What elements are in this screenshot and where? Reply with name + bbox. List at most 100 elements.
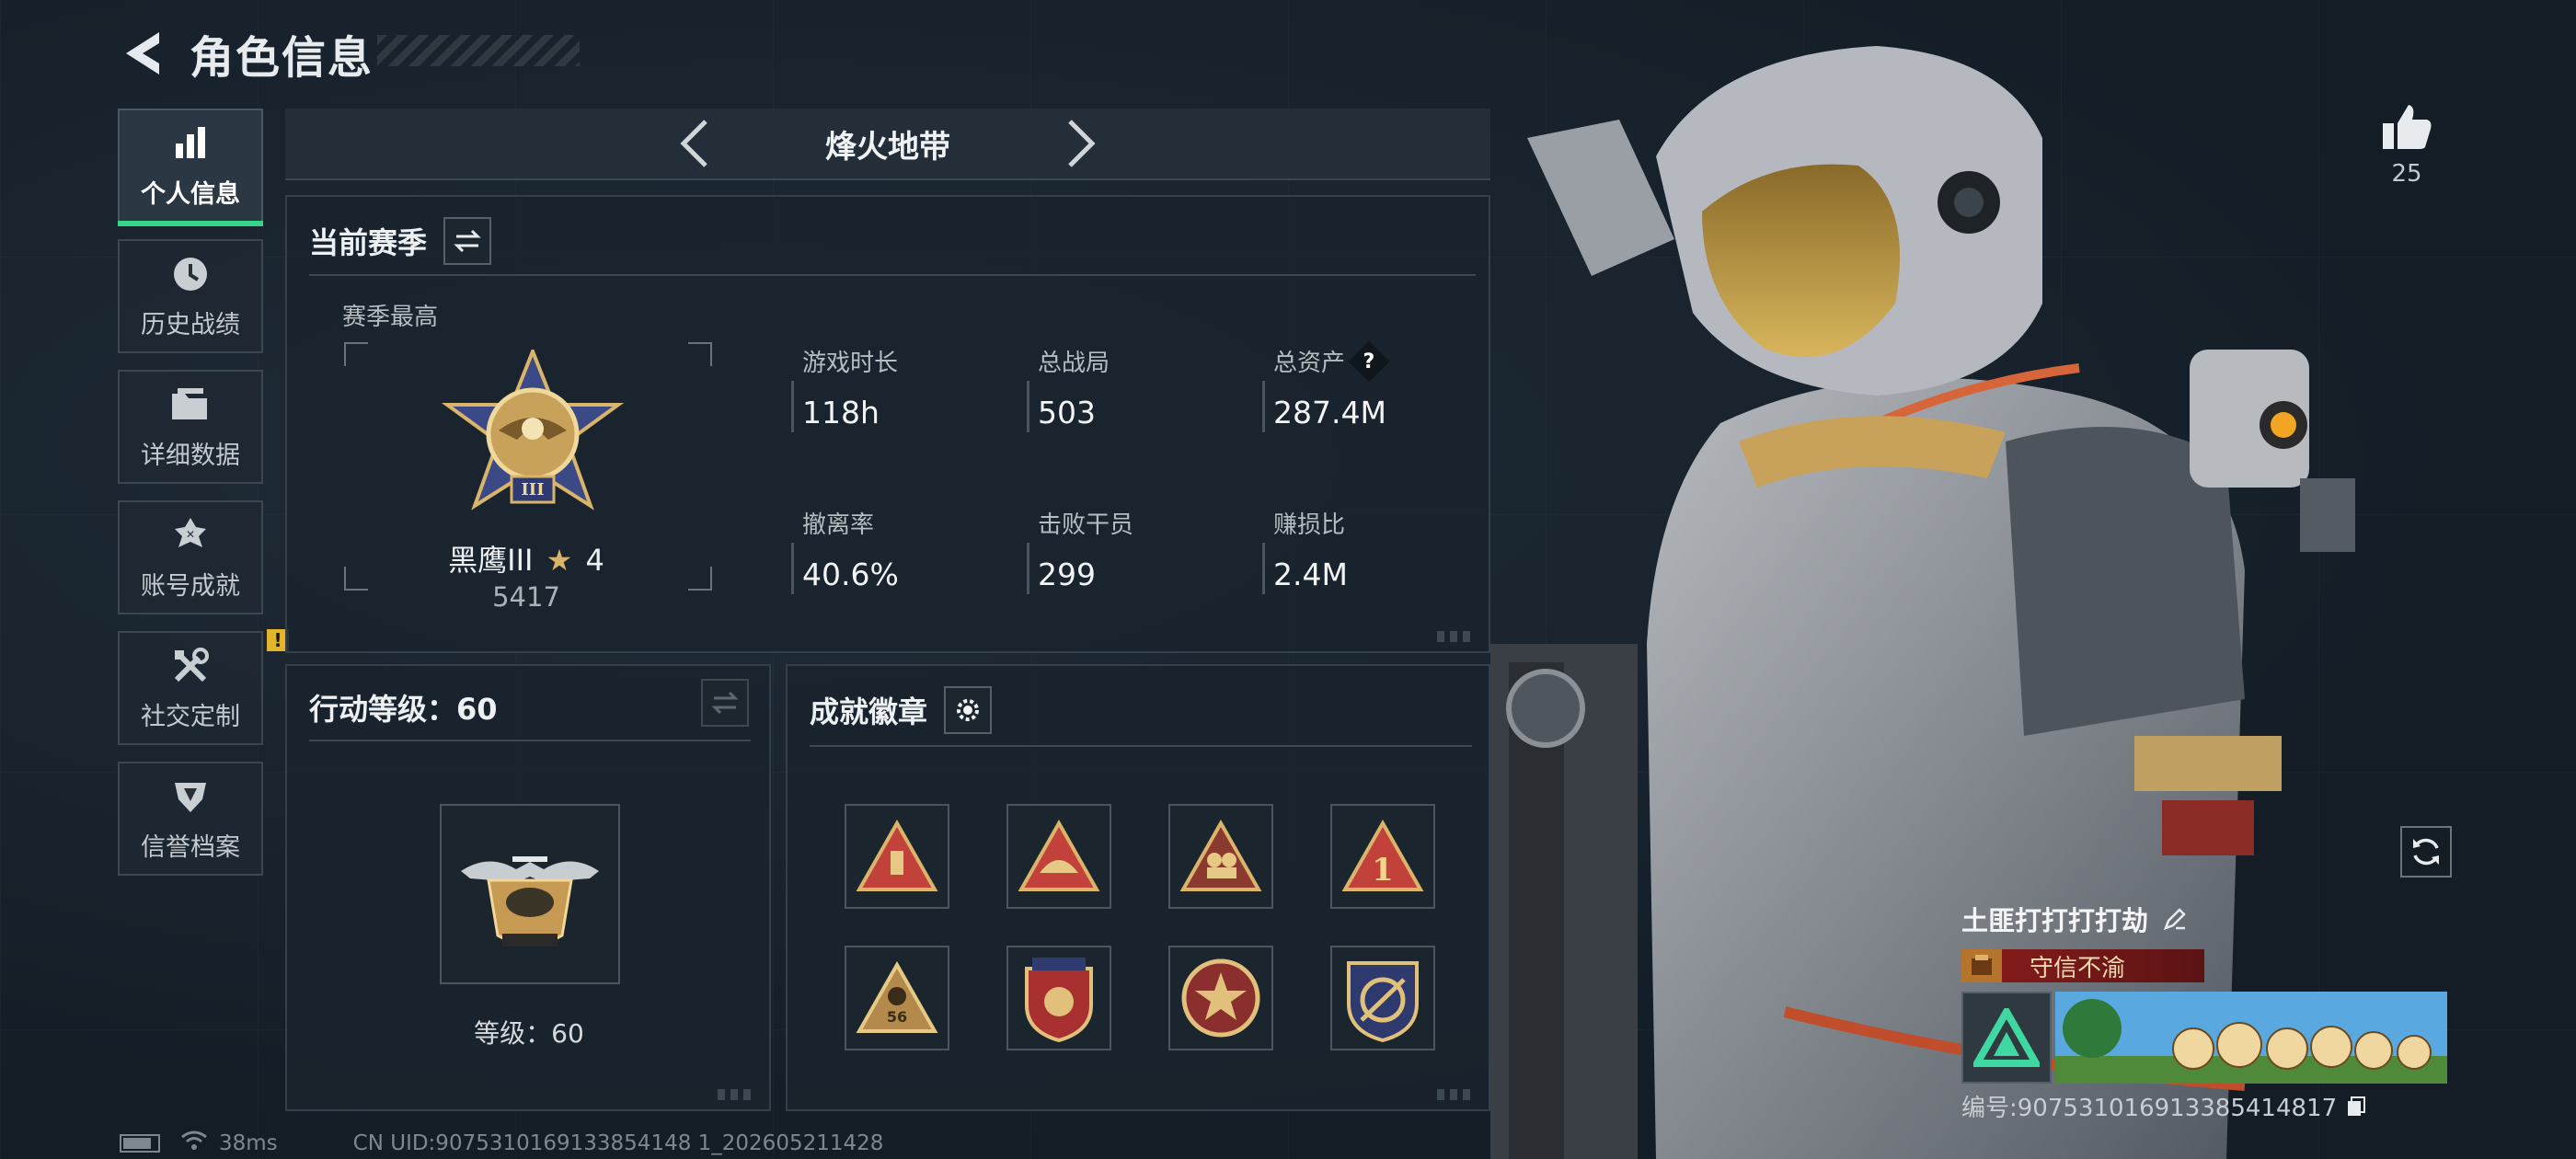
stat-label: 游戏时长 (802, 350, 899, 377)
sidebar-item-social[interactable]: ! 社交定制 (118, 629, 289, 745)
sidebar-item-label: 个人信息 (141, 179, 240, 209)
player-banner (1961, 992, 2458, 1084)
swap-icon (454, 229, 481, 253)
player-id: 编号:907531016913385414817 (1961, 1095, 2338, 1122)
achievement-badge[interactable]: 56 (845, 946, 949, 1050)
svg-text:III: III (521, 480, 544, 499)
round-badge-icon (1181, 958, 1260, 1038)
corner-decoration (1437, 631, 1474, 642)
refresh-icon (2413, 838, 2439, 866)
sidebar-item-credit[interactable]: 信誉档案 (118, 762, 263, 876)
sidebar-item-personal-info[interactable]: 个人信息 (118, 109, 263, 226)
stat-profit-loss-ratio: 赚损比 2.4M (1262, 506, 1465, 594)
banner-image (2055, 992, 2447, 1084)
achievement-badge[interactable] (1006, 946, 1111, 1050)
stat-total-matches: 总战局 503 (1027, 344, 1229, 432)
stat-label: 赚损比 (1273, 511, 1346, 539)
sidebar-item-label: 信誉档案 (141, 832, 240, 862)
triangle-badge-icon: 56 (856, 961, 938, 1033)
tools-icon (169, 645, 212, 687)
svg-text:1: 1 (1372, 852, 1394, 889)
bar-chart-icon (169, 122, 212, 165)
like-count: 25 (2391, 160, 2422, 188)
rank-stars: 4 (585, 543, 604, 578)
stat-value: 299 (1038, 557, 1096, 592)
player-name: 土匪打打打打劫 (1961, 905, 2149, 936)
help-icon[interactable]: ? (1348, 339, 1390, 383)
stat-play-time: 游戏时长 118h (791, 344, 994, 432)
swap-icon (711, 691, 739, 715)
back-arrow-icon[interactable] (120, 28, 166, 79)
triangle-badge-icon (1179, 820, 1262, 891)
season-title: 当前赛季 (309, 225, 428, 260)
achievement-badge[interactable]: 1 (1330, 804, 1435, 909)
shield-badge-icon (1347, 961, 1419, 1042)
panel-divider (309, 740, 751, 741)
mode-prev-arrow-icon[interactable] (666, 116, 721, 171)
season-best-label: 赛季最高 (342, 304, 439, 331)
edit-pencil-icon[interactable] (2161, 905, 2189, 933)
credit-icon (169, 775, 212, 818)
mode-title: 烽火地带 (825, 128, 950, 166)
achievement-badge[interactable] (1168, 804, 1273, 909)
action-level-switch-button[interactable] (701, 679, 749, 727)
rank-points: 5417 (492, 581, 560, 613)
mode-next-arrow-icon[interactable] (1054, 116, 1110, 171)
ping-text: 38ms (219, 1131, 278, 1155)
achievement-badge[interactable] (1168, 946, 1273, 1050)
rank-name-row: 黑鹰III ★ 4 (287, 537, 765, 580)
season-panel: 当前赛季 赛季最高 III 黑鹰III ★ 4 5417 游戏时长 118h 总… (285, 195, 1490, 653)
battery-icon (120, 1134, 160, 1153)
achievement-badge[interactable] (1330, 946, 1435, 1050)
folder-icon (169, 384, 212, 426)
season-switch-button[interactable] (443, 217, 492, 265)
refresh-button[interactable] (2400, 826, 2452, 878)
action-level-title: 行动等级：60 (309, 692, 498, 727)
level-label: 等级：60 (474, 1018, 584, 1049)
rank-medal-icon: III (441, 350, 625, 511)
mode-switcher: 烽火地带 (285, 109, 1490, 180)
svg-text:✕: ✕ (186, 528, 195, 541)
achievements-settings-button[interactable] (944, 686, 993, 734)
stat-extraction-rate: 撤离率 40.6% (791, 506, 994, 594)
page-title: 角色信息 (190, 32, 374, 84)
sidebar: 个人信息 历史战绩 详细数据 ✕ 账号成就 ! 社交定制 信誉档案 (118, 109, 289, 892)
stat-value: 2.4M (1273, 557, 1348, 592)
sidebar-item-label: 社交定制 (141, 702, 240, 731)
level-emblem (440, 804, 620, 984)
triangle-badge-icon (1018, 820, 1100, 891)
achievement-icon: ✕ (169, 514, 212, 557)
action-level-panel: 行动等级：60 等级：60 (285, 664, 771, 1111)
gear-icon (957, 699, 980, 721)
sidebar-item-history[interactable]: 历史战绩 (118, 239, 263, 353)
sidebar-item-label: 账号成就 (141, 571, 240, 601)
honor-title: 守信不渝 (1961, 949, 2204, 982)
panel-divider (309, 274, 1476, 276)
stat-value: 40.6% (802, 557, 899, 592)
stat-label: 撤离率 (802, 511, 875, 539)
stat-label: 总资产 (1273, 350, 1346, 377)
rank-star-icon: ★ (546, 543, 573, 578)
stat-label: 总战局 (1038, 350, 1110, 377)
triangle-emblem-icon (1961, 992, 2052, 1084)
corner-decoration (1437, 1089, 1474, 1100)
wifi-icon (180, 1130, 208, 1157)
achievements-title: 成就徽章 (810, 694, 928, 729)
svg-text:56: 56 (887, 1008, 907, 1026)
player-id-row: 编号:907531016913385414817 (1961, 1089, 2458, 1123)
title-decoration (377, 35, 580, 66)
achievement-badge[interactable] (1006, 804, 1111, 909)
copy-icon[interactable] (2344, 1095, 2368, 1119)
sidebar-item-achievements[interactable]: ✕ 账号成就 (118, 500, 263, 614)
stat-value: 287.4M (1273, 395, 1386, 430)
page-header: 角色信息 (120, 20, 374, 86)
stat-total-assets: 总资产 ? 287.4M (1262, 339, 1465, 432)
achievement-badge[interactable] (845, 804, 949, 909)
stat-label: 击败干员 (1038, 511, 1134, 539)
stat-value: 503 (1038, 395, 1096, 430)
like-widget: 25 (2379, 103, 2434, 188)
sidebar-item-details[interactable]: 详细数据 (118, 370, 263, 484)
stat-label-row: 总资产 ? (1262, 339, 1465, 383)
sidebar-item-label: 历史战绩 (141, 310, 240, 339)
thumbs-up-icon[interactable] (2379, 103, 2434, 155)
